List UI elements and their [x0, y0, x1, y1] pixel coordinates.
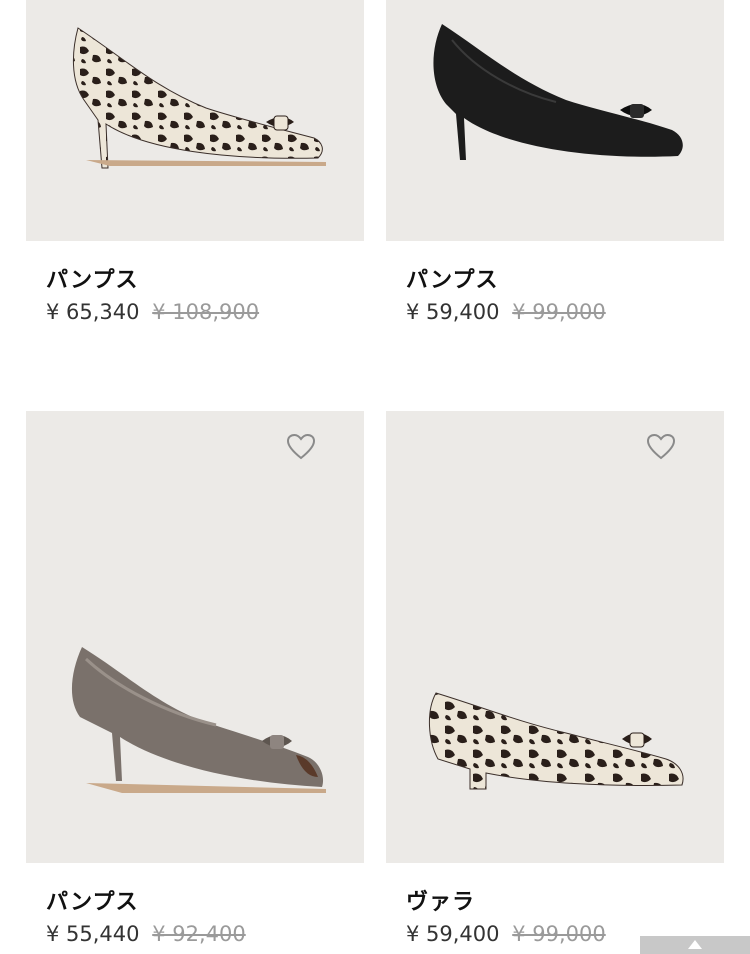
product-image[interactable] [26, 411, 364, 863]
price-row: ¥ 59,400 ¥ 99,000 [406, 922, 606, 946]
sale-price: ¥ 55,440 [46, 922, 140, 946]
price-row: ¥ 59,400 ¥ 99,000 [406, 300, 606, 324]
original-price: ¥ 108,900 [152, 300, 260, 324]
product-name[interactable]: パンプス [46, 262, 138, 294]
leopard-pump-shoe [72, 27, 326, 169]
arrow-up-icon [688, 940, 702, 949]
scroll-to-top-button[interactable] [640, 936, 750, 954]
product-name[interactable]: パンプス [406, 262, 498, 294]
sale-price: ¥ 65,340 [46, 300, 140, 324]
product-card[interactable]: パンプス ¥ 65,340 ¥ 108,900 [26, 0, 364, 324]
product-name[interactable]: ヴァラ [406, 884, 475, 916]
price-row: ¥ 55,440 ¥ 92,400 [46, 922, 246, 946]
product-image[interactable] [386, 411, 724, 863]
product-card[interactable]: ヴァラ ¥ 59,400 ¥ 99,000 [386, 411, 724, 946]
product-card[interactable]: パンプス ¥ 59,400 ¥ 99,000 [386, 0, 724, 324]
leopard-block-heel-shoe [428, 692, 684, 790]
taupe-peeptoe-shoe [71, 647, 326, 793]
price-row: ¥ 65,340 ¥ 108,900 [46, 300, 259, 324]
product-image[interactable] [386, 0, 724, 241]
product-name[interactable]: パンプス [46, 884, 138, 916]
product-grid: パンプス ¥ 65,340 ¥ 108,900 パンプス ¥ 59,400 ¥ … [0, 0, 750, 954]
original-price: ¥ 92,400 [152, 922, 246, 946]
sale-price: ¥ 59,400 [406, 922, 500, 946]
product-card[interactable]: パンプス ¥ 55,440 ¥ 92,400 [26, 411, 364, 946]
black-pump-shoe [433, 24, 683, 160]
product-image[interactable] [26, 0, 364, 241]
original-price: ¥ 99,000 [512, 300, 606, 324]
original-price: ¥ 99,000 [512, 922, 606, 946]
sale-price: ¥ 59,400 [406, 300, 500, 324]
